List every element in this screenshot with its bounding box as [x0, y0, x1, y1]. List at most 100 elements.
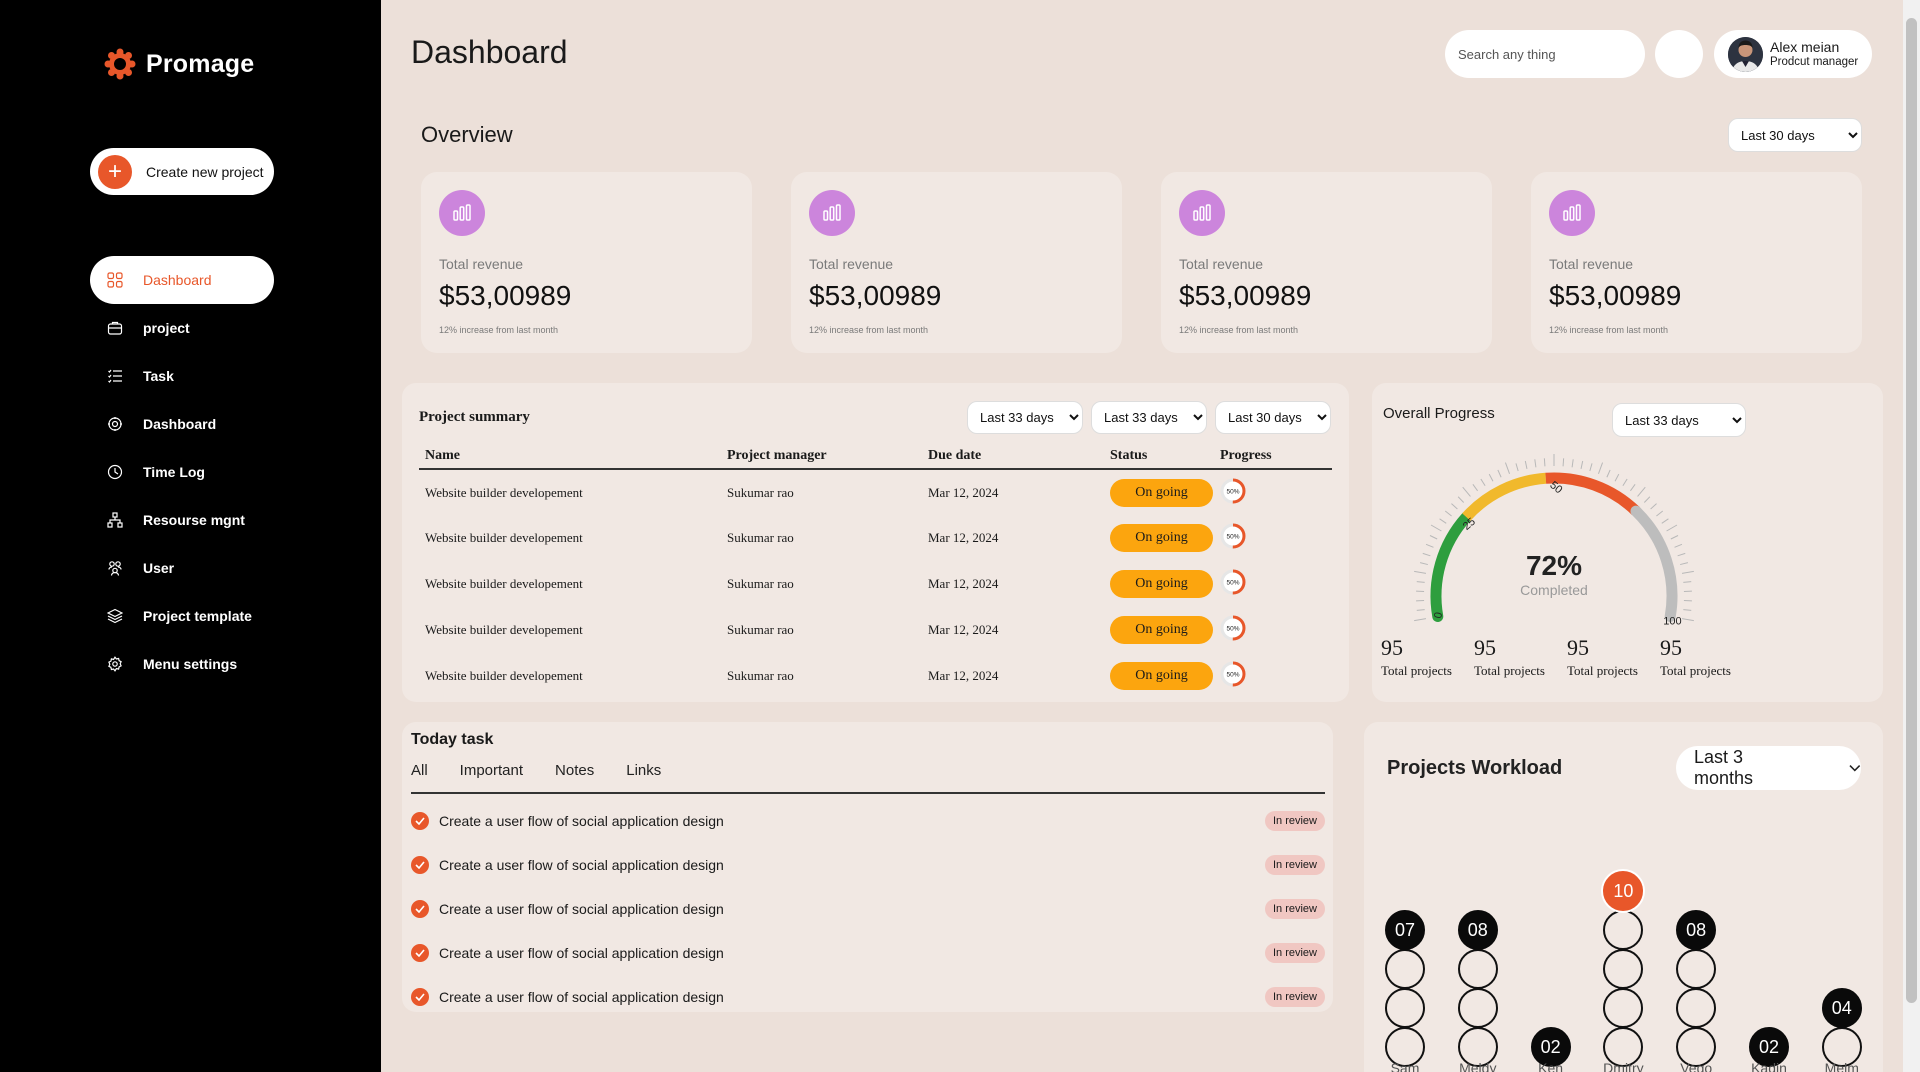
tab-notes[interactable]: Notes [555, 762, 594, 779]
table-row[interactable]: Website builder developement Sukumar rao M… [419, 607, 1332, 653]
project-summary-panel: Project summary Last 33 days Last 33 day… [402, 383, 1349, 702]
workload-person-name: Meldy [1459, 1060, 1497, 1072]
gauge-tick [1622, 478, 1628, 487]
progress-cell: 50% [1214, 607, 1332, 653]
gauge-tick [1497, 469, 1502, 478]
status-badge[interactable]: On going [1110, 570, 1213, 598]
gauge-tick [1637, 486, 1646, 497]
progress-ring: 50% [1220, 478, 1246, 503]
gauge-tick [1661, 518, 1669, 524]
progress-range-select[interactable]: Last 33 days [1612, 403, 1746, 437]
card-note: 12% increase from last month [1179, 325, 1299, 335]
grid-icon [107, 272, 123, 288]
status-badge[interactable]: On going [1110, 662, 1213, 690]
workload-count-marker[interactable]: 10 [1603, 871, 1644, 911]
revenue-card: Total revenue $53,00989 12% increase fro… [421, 172, 752, 353]
gauge-tick [1451, 503, 1458, 510]
briefcase-icon [107, 321, 123, 335]
sidebar-nav: Dashboard project Task Dashboard Time Lo… [90, 256, 274, 688]
task-text: Create a user flow of social application… [439, 857, 724, 873]
check-icon[interactable] [411, 900, 429, 918]
workload-person-name: Melm [1824, 1060, 1859, 1072]
create-project-button[interactable]: + Create new project [90, 148, 274, 195]
sidebar-item-project[interactable]: project [90, 304, 274, 352]
status-badge[interactable]: On going [1110, 478, 1213, 507]
table-row[interactable]: Website builder developement Sukumar rao M… [419, 469, 1332, 515]
task-text: Create a user flow of social application… [439, 813, 724, 829]
workload-count-marker[interactable]: 04 [1821, 988, 1862, 1028]
task-item[interactable]: Create a user flow of social application… [411, 894, 1325, 924]
workload-range-select[interactable]: Last 3 months [1676, 746, 1861, 790]
status-badge[interactable]: On going [1110, 524, 1213, 552]
project-manager: Sukumar rao [727, 530, 794, 545]
users-icon [108, 561, 122, 576]
sidebar-item-user[interactable]: User [90, 544, 274, 592]
check-icon[interactable] [411, 856, 429, 874]
workload-count-marker[interactable]: 08 [1457, 910, 1498, 950]
tab-links[interactable]: Links [626, 762, 661, 779]
workload-empty-marker [1457, 949, 1498, 989]
gauge-tick [1589, 463, 1593, 472]
notification-button[interactable] [1655, 30, 1703, 78]
sidebar-item-label: Time Log [143, 464, 205, 480]
task-item[interactable]: Create a user flow of social application… [411, 806, 1325, 836]
stat-value: 95 [1567, 635, 1589, 660]
stat-block: 95 Total projects [1474, 635, 1564, 679]
workload-count-marker[interactable]: 07 [1385, 910, 1425, 950]
logo[interactable]: Promage [104, 48, 254, 80]
workload-count-marker[interactable]: 08 [1676, 910, 1717, 950]
table-row[interactable]: Website builder developement Sukumar rao M… [419, 515, 1332, 561]
overview-range-select[interactable]: Last 30 days [1728, 118, 1862, 152]
task-item[interactable]: Create a user flow of social application… [411, 938, 1325, 968]
table-row[interactable]: Website builder developement Sukumar rao M… [419, 561, 1332, 607]
tab-all[interactable]: All [411, 762, 428, 779]
progress-ring: 50% [1220, 661, 1246, 687]
task-item[interactable]: Create a user flow of social application… [411, 982, 1325, 1012]
gauge-tick [1681, 570, 1694, 574]
gauge-green-segment [1430, 511, 1472, 622]
progress-ring: 50% [1220, 615, 1246, 641]
gauge-tick [1543, 458, 1546, 467]
status-badge[interactable]: On going [1110, 616, 1213, 644]
gauge-tick [1414, 570, 1427, 574]
tab-important[interactable]: Important [460, 762, 523, 779]
summary-filter-select[interactable]: Last 33 days [1091, 401, 1207, 434]
card-note: 12% increase from last month [1549, 325, 1669, 335]
check-icon[interactable] [411, 944, 429, 962]
sidebar-item-label: Dashboard [143, 416, 217, 432]
sidebar-item-dashboard-2[interactable]: Dashboard [90, 400, 274, 448]
status-badge: In review [1264, 943, 1325, 963]
project-table: Name Project manager Due date Status Pro… [419, 443, 1332, 699]
due-date: Mar 12, 2024 [928, 530, 999, 545]
card-value: $53,00989 [1549, 280, 1682, 311]
card-label: Total revenue [809, 256, 894, 272]
gauge-tick [1597, 462, 1604, 475]
sidebar-item-dashboard[interactable]: Dashboard [90, 256, 274, 304]
task-item[interactable]: Create a user flow of social application… [411, 850, 1325, 880]
check-icon[interactable] [411, 812, 429, 830]
gauge-tick [1524, 460, 1528, 469]
gauge-tick [1414, 618, 1427, 622]
summary-filter-select[interactable]: Last 33 days [967, 401, 1083, 434]
sidebar-item-resource[interactable]: Resourse mgnt [90, 496, 274, 544]
task-text: Create a user flow of social application… [439, 901, 724, 917]
gauge-tick [1630, 484, 1636, 492]
sidebar-item-menu-settings[interactable]: Menu settings [90, 640, 274, 688]
settings-icon [108, 656, 122, 672]
sidebar-item-task[interactable]: Task [90, 352, 274, 400]
sidebar-item-label: Dashboard [143, 272, 212, 288]
progress-cell: 50% [1214, 515, 1332, 561]
sidebar-item-time-log[interactable]: Time Log [90, 448, 274, 496]
summary-filter-select[interactable]: Last 30 days [1215, 401, 1331, 434]
workload-person-name: Ken [1538, 1060, 1564, 1072]
gauge-tick [1670, 535, 1679, 540]
search-input[interactable] [1445, 30, 1645, 78]
user-profile[interactable]: Alex meian Prodcut manager [1714, 30, 1872, 78]
project-name: Website builder developement [425, 576, 583, 591]
progress-gauge: 0 25 50 100 72% Completed [1414, 454, 1694, 627]
project-name: Website builder developement [425, 622, 583, 637]
check-icon[interactable] [411, 988, 429, 1006]
sidebar-item-project-template[interactable]: Project template [90, 592, 274, 640]
scrollbar-thumb[interactable] [1906, 18, 1917, 1003]
table-row[interactable]: Website builder developement Sukumar rao M… [419, 653, 1332, 699]
